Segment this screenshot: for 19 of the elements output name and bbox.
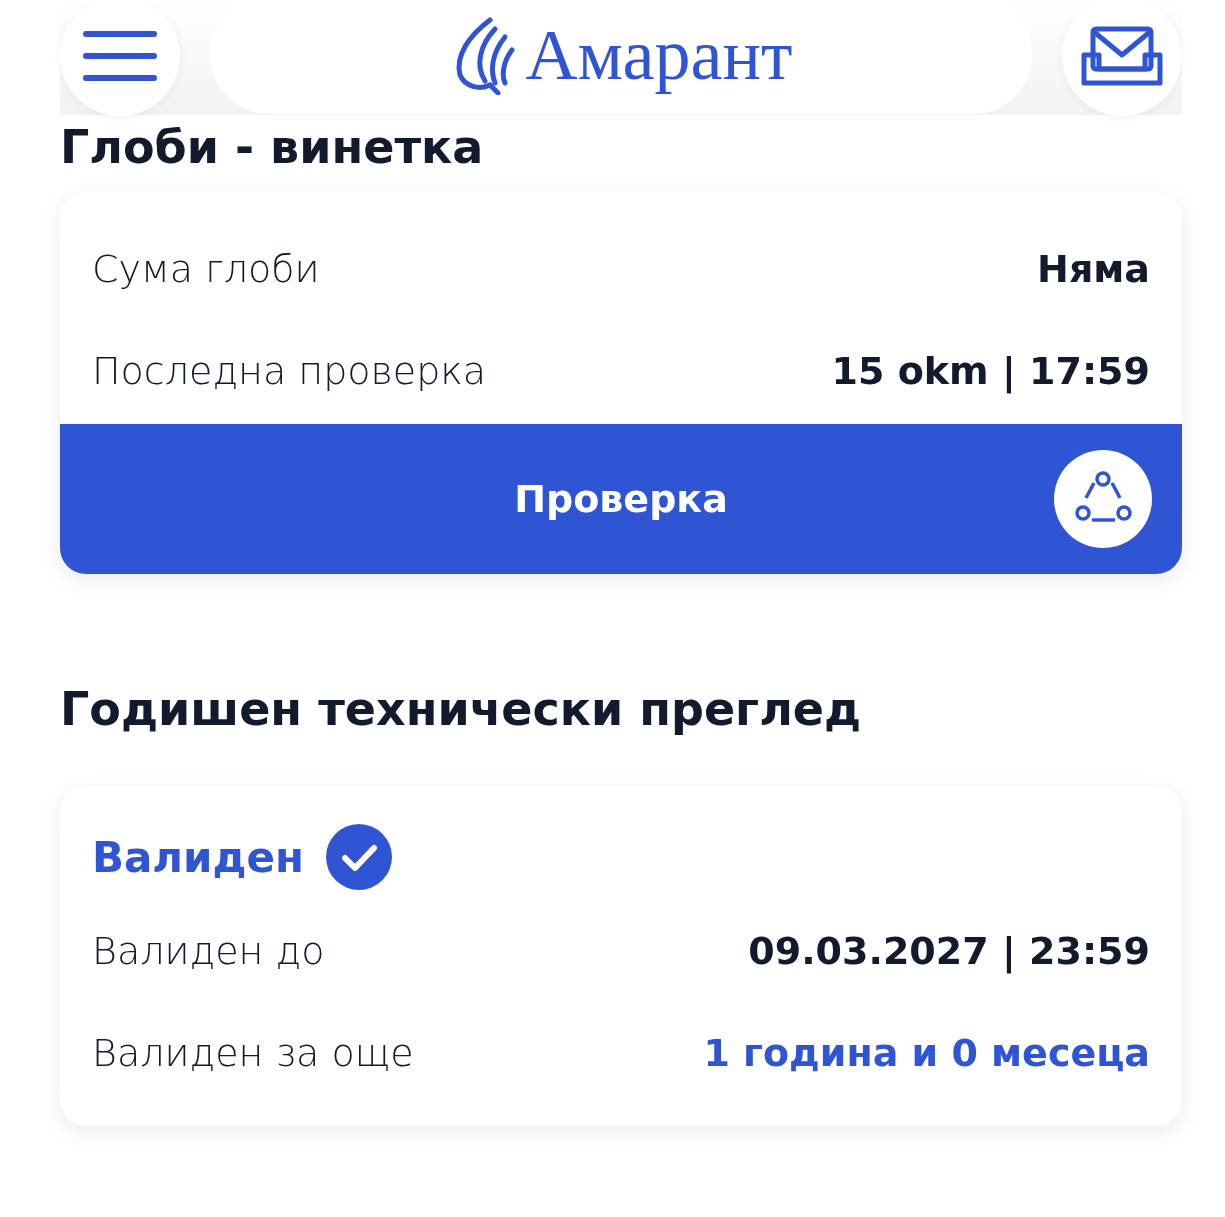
- section-title: Годишен технически преглед: [60, 682, 862, 736]
- row-value: 09.03.2027 | 23:59: [748, 929, 1150, 973]
- row-label: Валиден до: [92, 929, 325, 973]
- row-value: 1 година и 0 месеца: [703, 1031, 1150, 1075]
- status-label: Валиден: [92, 832, 304, 882]
- brand-name: Амарант: [525, 13, 793, 97]
- row-label: Валиден за още: [92, 1031, 414, 1075]
- row-value: Няма: [1037, 247, 1150, 291]
- mail-button[interactable]: [1062, 0, 1182, 116]
- row-label: Последна проверка: [92, 349, 487, 393]
- mail-icon: [1081, 25, 1163, 87]
- menu-button[interactable]: [60, 0, 180, 116]
- row-value: 15 okm | 17:59: [831, 349, 1150, 393]
- section-title: Глоби - винетка: [60, 120, 484, 174]
- share-icon[interactable]: [1054, 450, 1152, 548]
- menu-icon: [83, 30, 157, 82]
- check-icon: [325, 824, 392, 890]
- check-button[interactable]: Проверка: [60, 424, 1182, 574]
- row-label: Сума глоби: [92, 247, 320, 291]
